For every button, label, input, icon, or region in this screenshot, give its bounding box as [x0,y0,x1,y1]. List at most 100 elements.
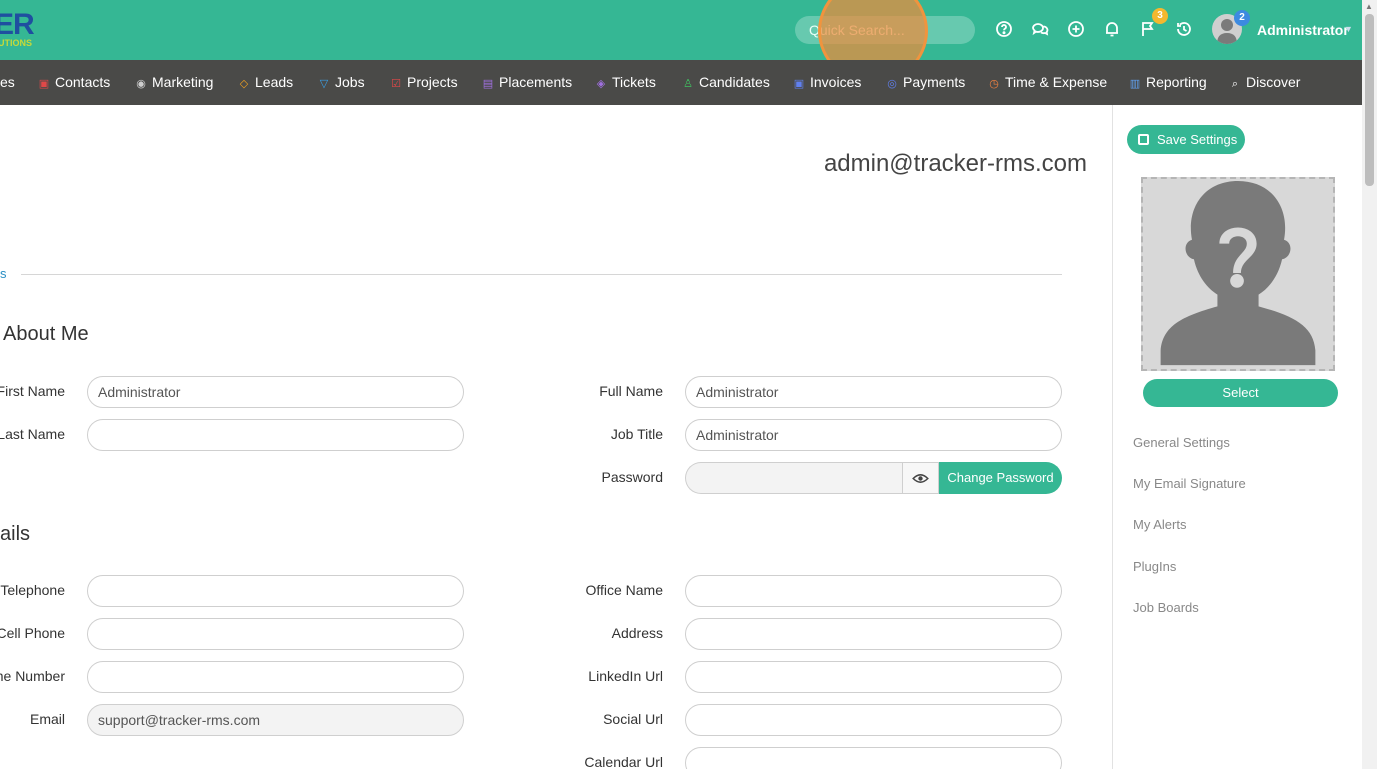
nav-label: Time & Expense [1005,74,1108,90]
nav-item-invoices[interactable]: ▣ Invoices [793,60,862,105]
main-nav: es ▣ Contacts ◉ Marketing ◇ Leads ▽ Jobs ☑ Pr… [0,60,1362,105]
address-label: Address [611,625,663,641]
social-input[interactable] [685,704,1062,736]
save-icon [1138,134,1149,145]
save-settings-button[interactable]: Save Settings [1127,125,1245,154]
nav-item-discover[interactable]: ⌕ Discover [1229,60,1301,105]
tag-icon: ◈ [596,78,606,90]
flag-badge: 3 [1152,8,1168,24]
address-input[interactable] [685,618,1062,650]
tab-divider [21,274,1062,275]
history-icon[interactable] [1175,20,1193,38]
nav-label: Candidates [699,74,770,90]
logo-text: ER [0,8,35,41]
eye-icon[interactable] [902,462,939,494]
email-input[interactable]: support@tracker-rms.com [87,704,464,736]
clock-icon: ◷ [989,78,999,90]
link-plugins[interactable]: PlugIns [1133,559,1176,574]
calendar-label: Calendar Url [584,754,663,769]
first-name-label: First Name [0,383,65,399]
office-name-input[interactable] [685,575,1062,607]
about-me-heading: About Me [3,323,89,345]
nav-item-reporting[interactable]: ▥ Reporting [1129,60,1207,105]
nav-item-payments[interactable]: ◎ Payments [886,60,965,105]
office-name-label: Office Name [585,582,663,598]
password-input[interactable] [685,462,903,494]
telephone-label: Telephone [0,582,65,598]
first-name-input[interactable]: Administrator [87,376,464,408]
calendar-input[interactable] [685,747,1062,769]
nav-item-projects[interactable]: ☑ Projects [390,60,458,105]
linkedin-input[interactable] [685,661,1062,693]
social-label: Social Url [603,711,663,727]
nav-label: Contacts [55,74,111,90]
nav-item-contacts[interactable]: ▣ Contacts [38,60,110,105]
unknown-person-icon [1160,180,1316,366]
link-general-settings[interactable]: General Settings [1133,435,1230,450]
link-email-signature[interactable]: My Email Signature [1133,476,1246,491]
flag-icon[interactable] [1139,20,1157,38]
nav-item-leads[interactable]: ◇ Leads [238,60,293,105]
nav-label: Discover [1246,74,1301,90]
person-icon: ♙ [683,78,693,90]
nav-item-placements[interactable]: ▤ Placements [482,60,572,105]
broadcast-icon: ◉ [136,78,146,90]
app-logo[interactable]: ER UTIONS [0,8,40,52]
logo-subtext: UTIONS [0,38,33,48]
add-icon[interactable] [1067,20,1085,38]
trophy-icon: ▽ [319,78,329,90]
email-label: Email [29,711,65,727]
nav-label: es [0,74,15,90]
search-icon: ⌕ [1231,78,1239,90]
select-photo-button[interactable]: Select [1143,379,1338,407]
chevron-down-icon[interactable]: ▼ [1344,24,1353,34]
nav-label: Marketing [152,74,214,90]
nav-label: Invoices [810,74,862,90]
help-icon[interactable] [995,20,1013,38]
linkedin-label: LinkedIn Url [588,668,663,684]
avatar-badge: 2 [1234,10,1250,26]
tab-partial[interactable]: s [0,266,7,281]
nav-label: Payments [903,74,966,90]
scroll-thumb[interactable] [1365,14,1374,186]
password-label: Password [601,469,663,485]
bar-chart-icon: ▥ [1129,78,1141,90]
link-my-alerts[interactable]: My Alerts [1133,517,1186,532]
nav-label: Tickets [612,74,656,90]
page-title: admin@tracker-rms.com [823,150,1087,177]
nav-label: Jobs [335,74,365,90]
bell-icon[interactable] [1103,20,1121,38]
nav-label: Projects [407,74,458,90]
save-settings-label: Save Settings [1157,132,1238,147]
nav-label: Leads [255,74,294,90]
change-password-button[interactable]: Change Password [939,462,1062,494]
nav-label: Reporting [1146,74,1207,90]
briefcase-icon: ▤ [482,78,494,90]
payment-icon: ◎ [887,78,897,90]
chat-icon[interactable] [1031,20,1049,38]
nav-item-jobs[interactable]: ▽ Jobs [318,60,365,105]
cell-phone-input[interactable] [87,618,464,650]
nav-item-marketing[interactable]: ◉ Marketing [135,60,213,105]
user-name[interactable]: Administrator [1257,22,1349,38]
nav-item-tickets[interactable]: ◈ Tickets [595,60,656,105]
vertical-scrollbar[interactable]: ▲ [1362,0,1377,769]
last-name-input[interactable] [87,419,464,451]
contacts-icon: ▣ [38,78,50,90]
last-name-label: Last Name [0,426,65,442]
quick-search-input[interactable]: Quick Search... [795,16,975,44]
nav-item-partial[interactable]: es [0,60,15,105]
nav-item-candidates[interactable]: ♙ Candidates [682,60,770,105]
scroll-up-icon[interactable]: ▲ [1365,2,1373,11]
cell-phone-label: Cell Phone [0,625,65,641]
nav-item-time-expense[interactable]: ◷ Time & Expense [988,60,1107,105]
profile-photo[interactable] [1141,177,1335,371]
telephone-input[interactable] [87,575,464,607]
checkbox-icon: ☑ [391,78,401,90]
password-group: Change Password [685,462,1062,494]
full-name-input[interactable]: Administrator [685,376,1062,408]
top-bar: ER UTIONS Quick Search... 3 2 Administra… [0,0,1362,60]
job-title-input[interactable]: Administrator [685,419,1062,451]
link-job-boards[interactable]: Job Boards [1133,600,1199,615]
phone-number-input[interactable] [87,661,464,693]
